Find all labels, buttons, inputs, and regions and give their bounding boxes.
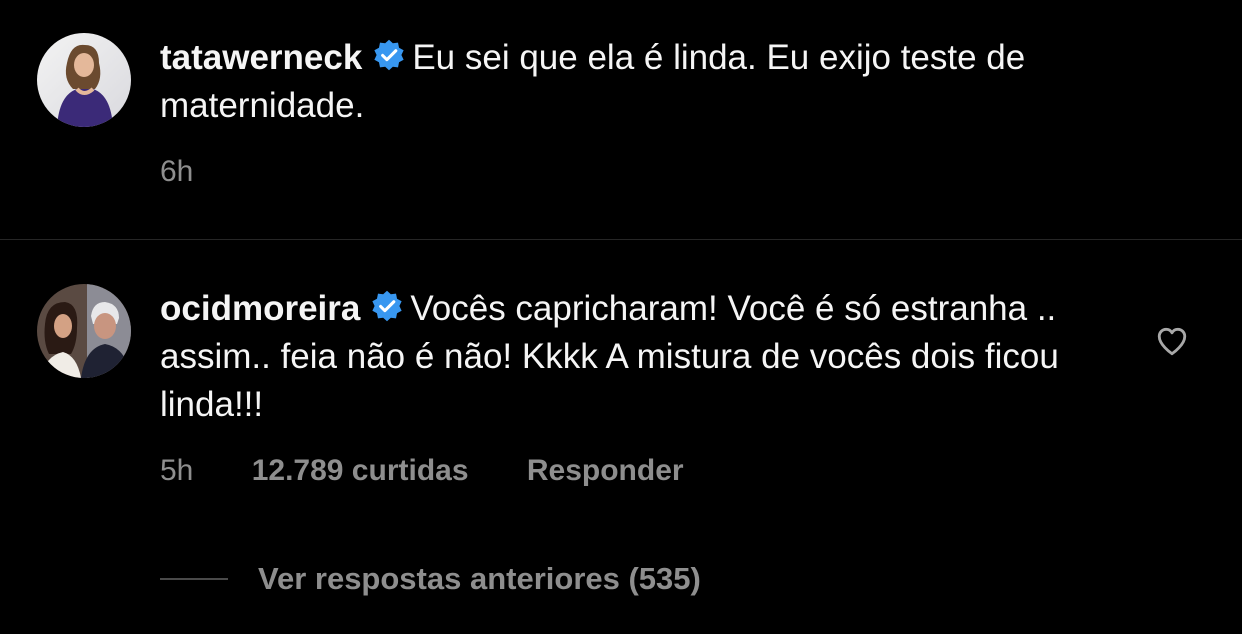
comment-body: ocidmoreira Vocês capricharam! Você é só … (160, 285, 1080, 429)
verified-badge-icon (372, 37, 406, 71)
comment-body: tatawerneck Eu sei que ela é linda. Eu ex… (160, 34, 1160, 130)
view-replies-button[interactable]: Ver respostas anteriores (535) (160, 561, 701, 597)
timestamp: 6h (160, 155, 194, 188)
avatar[interactable] (37, 284, 131, 378)
replies-line (160, 578, 228, 580)
comments-screen: tatawerneck Eu sei que ela é linda. Eu ex… (0, 0, 1242, 634)
heart-outline-icon[interactable] (1154, 323, 1190, 359)
username[interactable]: ocidmoreira (160, 289, 360, 328)
reply-button[interactable]: Responder (527, 454, 684, 487)
view-replies-label: Ver respostas anteriores (535) (258, 561, 701, 596)
likes-count[interactable]: 12.789 curtidas (252, 454, 469, 487)
username[interactable]: tatawerneck (160, 38, 362, 77)
comment-ocidmoreira: ocidmoreira Vocês capricharam! Você é só … (0, 241, 1242, 634)
comment-meta: 6h (160, 155, 243, 189)
avatar[interactable] (37, 33, 131, 127)
comment-meta: 5h 12.789 curtidas Responder (160, 454, 734, 488)
timestamp: 5h (160, 454, 194, 487)
comment-tatawerneck: tatawerneck Eu sei que ela é linda. Eu ex… (0, 0, 1242, 240)
verified-badge-icon (370, 288, 404, 322)
divider (0, 239, 1242, 240)
